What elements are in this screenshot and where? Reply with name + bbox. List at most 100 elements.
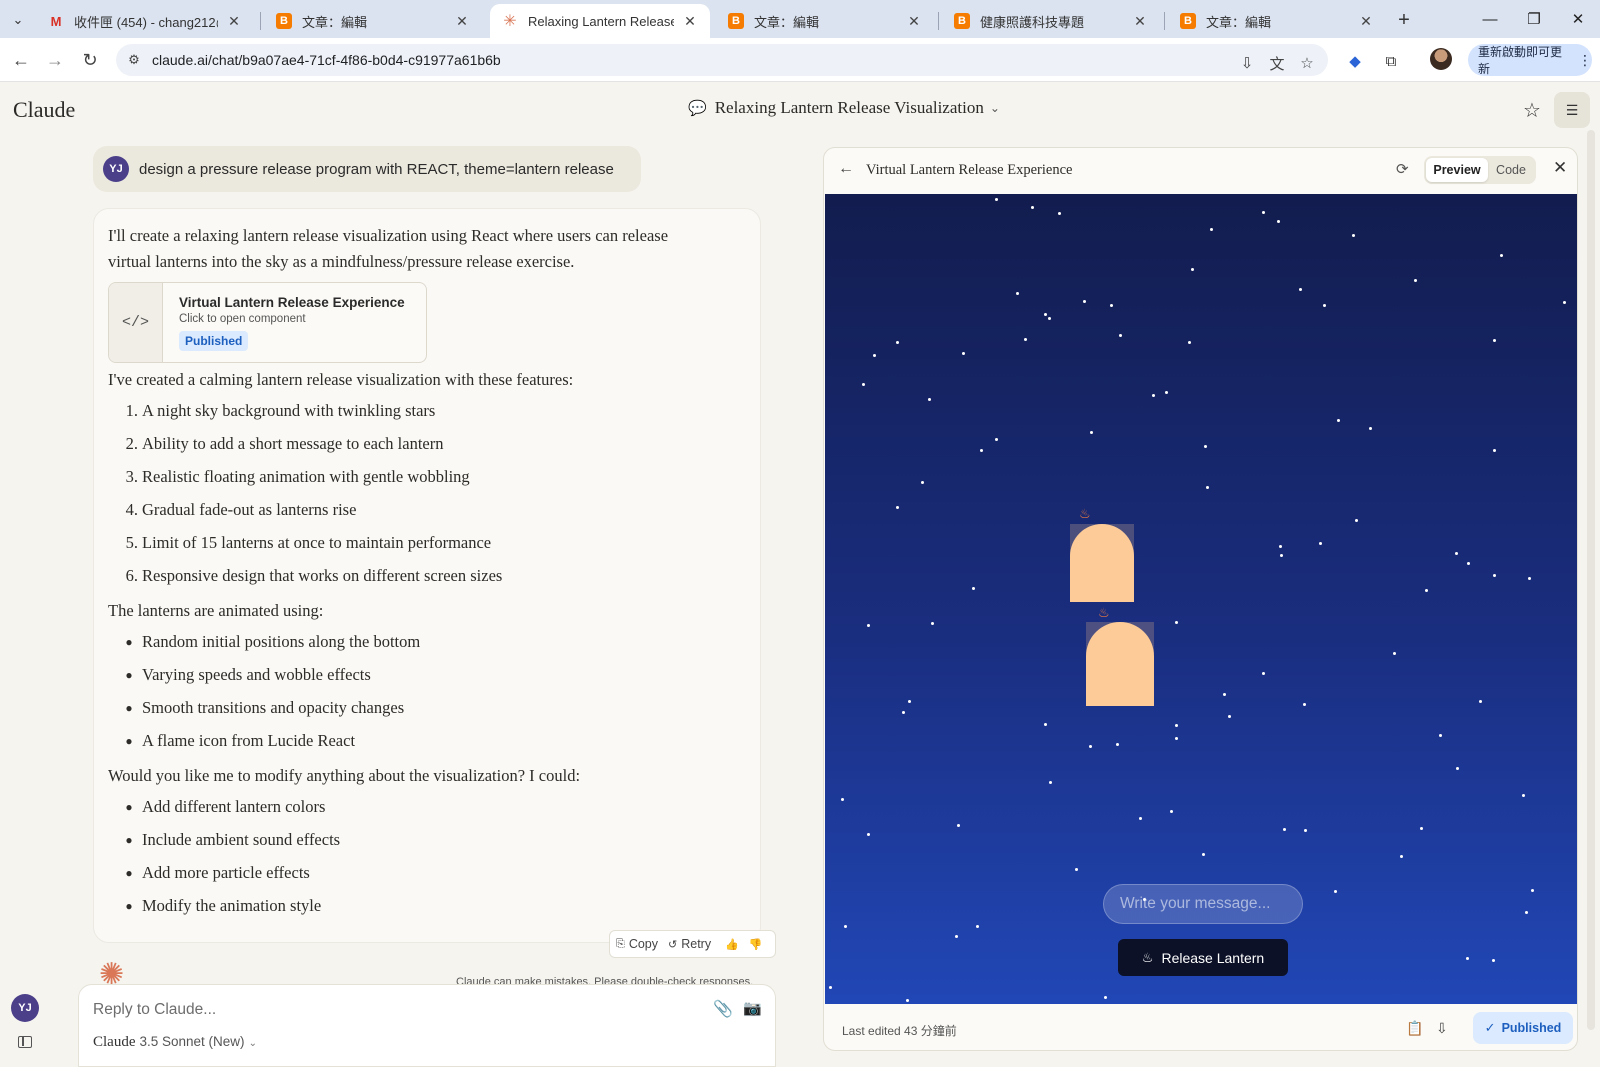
- artifact-panel-header: ← Virtual Lantern Release Experience ⟳ P…: [824, 148, 1577, 194]
- chat-title-dropdown[interactable]: 💬 Relaxing Lantern Release Visualization…: [688, 98, 1000, 118]
- lantern-message-input[interactable]: Write your message...: [1103, 884, 1303, 924]
- update-label: 重新啟動即可更新: [1478, 45, 1563, 76]
- browser-tab-blogger-1[interactable]: B 文章：編輯 ✕: [264, 4, 482, 38]
- star: [1439, 734, 1442, 737]
- tab-search-chevron-icon[interactable]: ⌄: [6, 8, 30, 32]
- settings-sliders-icon[interactable]: ☰: [1554, 92, 1590, 128]
- flame-icon: ♨: [1098, 605, 1110, 620]
- star: [1493, 449, 1496, 452]
- blogger-icon: B: [728, 13, 744, 29]
- close-icon[interactable]: ✕: [226, 13, 242, 30]
- browser-tab-claude[interactable]: ✳ Relaxing Lantern Release Visu ✕: [490, 4, 710, 38]
- camera-icon[interactable]: 📷: [743, 999, 762, 1017]
- url-text[interactable]: claude.ai/chat/b9a07ae4-71cf-4f86-b0d4-c…: [152, 52, 501, 68]
- browser-tab-blogger-2[interactable]: B 文章：編輯 ✕: [716, 4, 934, 38]
- star: [1425, 589, 1428, 592]
- avatar: YJ: [103, 156, 129, 182]
- profile-avatar[interactable]: [1430, 48, 1452, 70]
- reload-icon[interactable]: ↻: [78, 48, 102, 72]
- star: [1210, 228, 1213, 231]
- copy-button[interactable]: ⎘ Copy: [616, 937, 658, 951]
- window-close-icon[interactable]: ✕: [1558, 6, 1598, 32]
- tab-preview[interactable]: Preview: [1426, 158, 1488, 182]
- star: [1280, 554, 1283, 557]
- star: [906, 999, 909, 1002]
- back-arrow-icon[interactable]: ←: [9, 48, 33, 72]
- star: [1337, 419, 1340, 422]
- star: [1191, 268, 1194, 271]
- tab-code[interactable]: Code: [1488, 158, 1534, 182]
- download-icon[interactable]: ⇩: [1436, 1020, 1448, 1037]
- star: [1175, 621, 1178, 624]
- claude-logo[interactable]: Claude: [13, 97, 75, 123]
- release-lantern-button[interactable]: ♨ Release Lantern: [1118, 939, 1288, 976]
- star: [1044, 723, 1047, 726]
- close-icon[interactable]: ✕: [1553, 158, 1567, 178]
- retry-button[interactable]: ↺ Retry: [668, 937, 711, 951]
- close-icon[interactable]: ✕: [1358, 13, 1374, 30]
- sidebar-toggle-icon[interactable]: [18, 1036, 32, 1048]
- thumbs-up-icon[interactable]: 👍: [725, 938, 739, 951]
- maximize-icon[interactable]: ❐: [1514, 6, 1554, 32]
- star: [1188, 341, 1191, 344]
- star: [976, 925, 979, 928]
- bookmark-star-icon[interactable]: ☆: [1294, 50, 1320, 76]
- extensions-puzzle-icon[interactable]: ⧉: [1380, 50, 1402, 72]
- star: [1223, 693, 1226, 696]
- browser-tab-blogger-4[interactable]: B 文章：編輯 ✕: [1168, 4, 1386, 38]
- list-item-text: Add different lantern colors: [142, 797, 326, 816]
- claude-icon: ✳: [503, 13, 517, 30]
- restart-update-button[interactable]: 重新啟動即可更新 ⋮: [1468, 44, 1592, 76]
- clipboard-copy-icon[interactable]: 📋: [1406, 1020, 1423, 1037]
- tab-title: 文章：編輯: [754, 14, 820, 30]
- reply-input[interactable]: Reply to Claude...: [93, 1001, 216, 1019]
- star-icon[interactable]: ☆: [1519, 97, 1545, 123]
- close-icon[interactable]: ✕: [906, 13, 922, 30]
- star: [1522, 794, 1525, 797]
- browser-tab-gmail[interactable]: M 收件匣 (454) - chang212@gm ✕: [36, 4, 254, 38]
- star: [1228, 715, 1231, 718]
- thumbs-down-icon[interactable]: 👎: [749, 938, 763, 951]
- artifact-card[interactable]: </> Virtual Lantern Release Experience C…: [108, 282, 427, 363]
- refresh-icon[interactable]: ⟳: [1396, 160, 1409, 178]
- close-icon[interactable]: ✕: [1132, 13, 1148, 30]
- list-item-text: Include ambient sound effects: [142, 830, 341, 849]
- list-item-text: Add more particle effects: [142, 863, 310, 882]
- star: [1352, 234, 1355, 237]
- close-icon[interactable]: ✕: [454, 13, 470, 30]
- star: [1525, 911, 1528, 914]
- star: [867, 833, 870, 836]
- reply-composer[interactable]: Reply to Claude... 📎 📷 Claude 3.5 Sonnet …: [78, 984, 776, 1067]
- back-arrow-icon[interactable]: ←: [838, 160, 854, 178]
- star: [1204, 445, 1207, 448]
- star: [931, 622, 934, 625]
- extension-shield-icon[interactable]: ◆: [1344, 50, 1366, 72]
- list-item: ● Add different lantern colors: [125, 797, 326, 816]
- close-icon[interactable]: ✕: [682, 13, 698, 30]
- assistant-intro: I'll create a relaxing lantern release v…: [108, 223, 738, 275]
- browser-tab-blogger-3[interactable]: B 健康照護科技專題 ✕: [942, 4, 1160, 38]
- minimize-icon[interactable]: —: [1470, 6, 1510, 32]
- lantern: [1086, 622, 1154, 706]
- new-tab-plus-icon[interactable]: +: [1392, 8, 1416, 32]
- translate-icon[interactable]: 文: [1264, 50, 1290, 76]
- list-item: ● Random initial positions along the bott…: [125, 632, 421, 651]
- animated-heading: The lanterns are animated using:: [108, 601, 324, 620]
- model-selector[interactable]: Claude 3.5 Sonnet (New) ⌄: [93, 1033, 257, 1051]
- star: [1119, 334, 1122, 337]
- site-settings-icon[interactable]: ⚙: [116, 52, 152, 68]
- address-bar[interactable]: ⚙ claude.ai/chat/b9a07ae4-71cf-4f86-b0d4…: [116, 44, 1328, 76]
- tab-separator: [1164, 12, 1165, 30]
- published-button[interactable]: ✓ Published: [1473, 1012, 1573, 1044]
- list-item: 3. Realistic floating animation with gent…: [125, 467, 470, 486]
- star: [921, 481, 924, 484]
- list-item: ● Smooth transitions and opacity changes: [125, 698, 405, 717]
- page-scrollbar[interactable]: [1587, 130, 1595, 1030]
- list-item-text: Realistic floating animation with gentle…: [142, 467, 470, 486]
- avatar[interactable]: YJ: [11, 994, 39, 1022]
- published-badge: Published: [179, 331, 249, 351]
- forward-arrow-icon[interactable]: →: [43, 48, 67, 72]
- install-app-icon[interactable]: ⇩: [1234, 50, 1260, 76]
- paperclip-icon[interactable]: 📎: [713, 999, 733, 1019]
- star: [867, 624, 870, 627]
